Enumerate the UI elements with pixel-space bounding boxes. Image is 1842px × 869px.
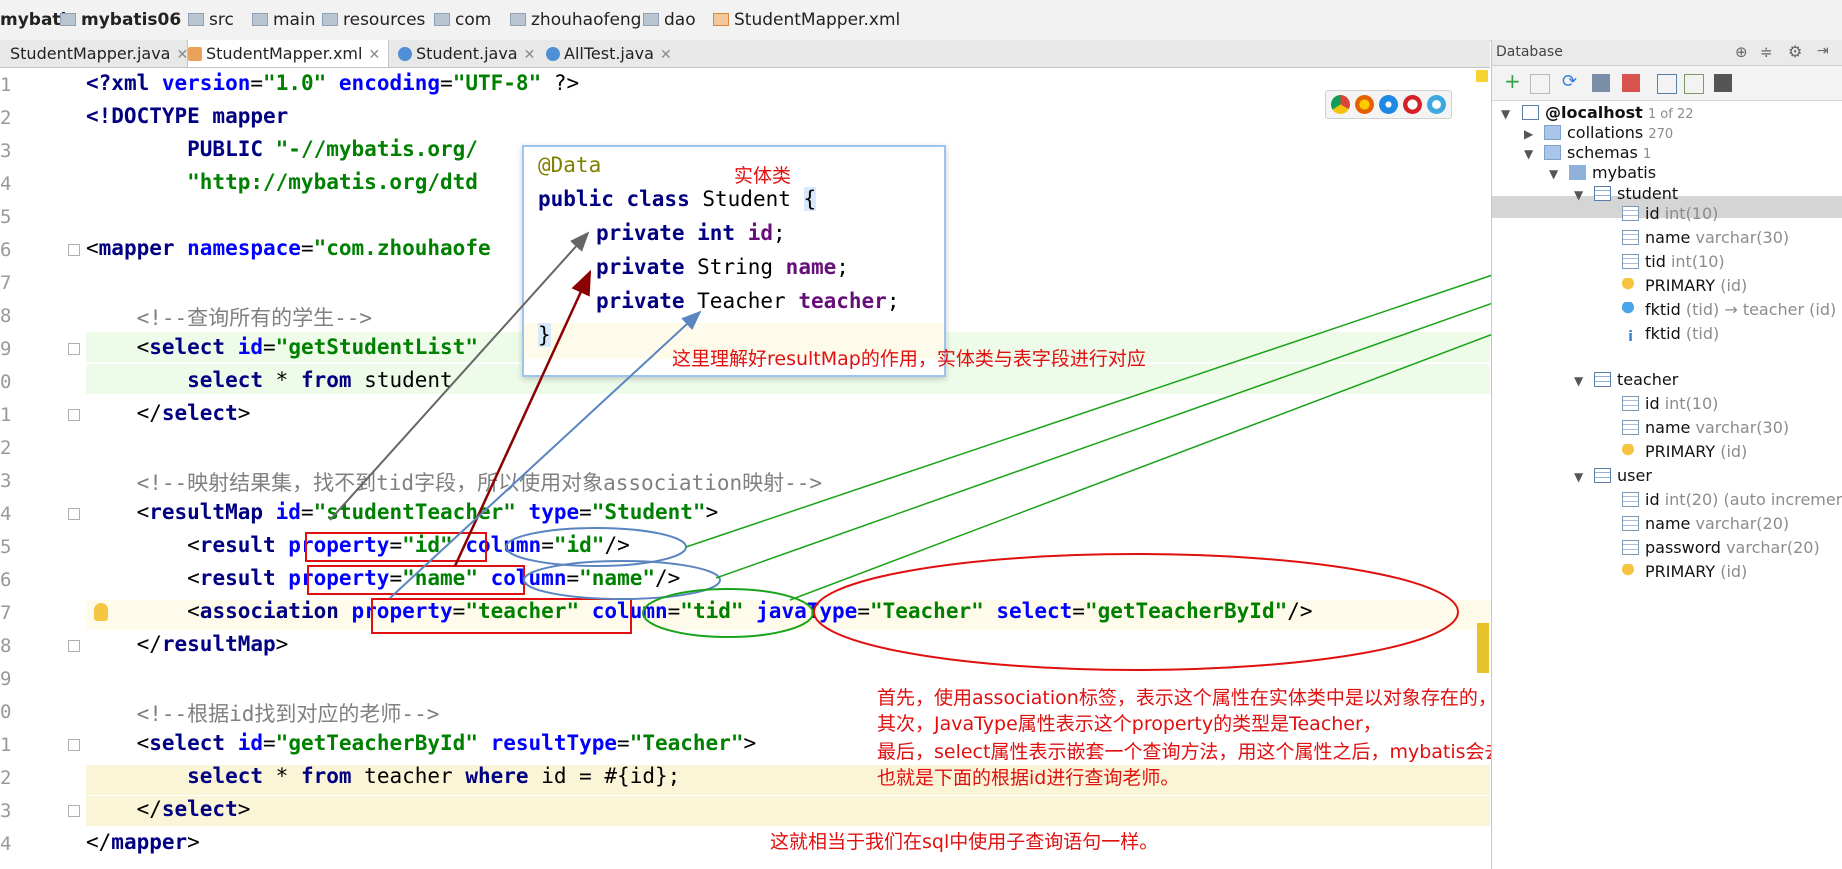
edit-icon[interactable] — [1684, 74, 1704, 94]
column-icon — [1622, 230, 1639, 245]
tree-column-id[interactable]: id int(10) — [1622, 394, 1718, 413]
column-tid-ellipse — [642, 588, 814, 638]
table-icon — [1594, 372, 1611, 387]
tree-table-student[interactable]: student — [1594, 184, 1678, 203]
table-view-icon[interactable] — [1657, 74, 1677, 94]
chevron-down-icon[interactable]: ▼ — [1524, 147, 1533, 161]
association-ellipse — [813, 553, 1459, 671]
tree-index[interactable]: i fktid (tid) — [1622, 324, 1719, 345]
column-icon — [1622, 540, 1639, 555]
arrow-id-to-column — [685, 230, 1622, 548]
fk-column-icon — [1622, 254, 1639, 269]
panel-title: Database — [1496, 44, 1563, 60]
pk-column-icon — [1622, 396, 1639, 411]
tree-table-teacher[interactable]: teacher — [1594, 370, 1678, 389]
tree-foreign-key[interactable]: fktid (tid) → teacher (id) — [1622, 300, 1836, 319]
chevron-down-icon[interactable]: ▼ — [1574, 374, 1583, 388]
tree-key-primary[interactable]: PRIMARY (id) — [1622, 276, 1747, 295]
tree-key-primary[interactable]: PRIMARY (id) — [1622, 442, 1747, 461]
chevron-down-icon[interactable]: ▼ — [1574, 470, 1583, 484]
pk-column-icon — [1622, 206, 1639, 221]
tree-schemas[interactable]: schemas 1 — [1544, 143, 1651, 162]
database-panel: Database ⊕ ≑ ⚙ ⇥ + ⟳ ▼ @localhost 1 of 2… — [1491, 40, 1842, 869]
arrow-name-to-column — [715, 256, 1622, 579]
tree-schema-mybatis[interactable]: mybatis — [1569, 163, 1656, 182]
tree-column-name[interactable]: name varchar(20) — [1622, 514, 1789, 533]
key-icon — [1622, 444, 1639, 459]
globe-icon[interactable]: ⊕ — [1735, 43, 1748, 61]
column-name-ellipse — [523, 560, 721, 600]
tree-collations[interactable]: collations 270 — [1544, 123, 1673, 142]
folder-icon — [1544, 125, 1561, 140]
stop-icon[interactable] — [1622, 74, 1640, 92]
pk-column-icon — [1622, 492, 1639, 507]
foreign-key-icon — [1622, 302, 1639, 317]
property-teacher-box — [371, 598, 632, 634]
key-icon — [1622, 278, 1639, 293]
table-icon — [1594, 468, 1611, 483]
tree-column-id[interactable]: id int(20) (auto increment) — [1622, 490, 1842, 509]
folder-icon — [1544, 145, 1561, 160]
collapse-icon[interactable]: ≑ — [1760, 43, 1773, 61]
add-icon[interactable]: + — [1504, 69, 1522, 93]
duplicate-icon[interactable] — [1530, 74, 1550, 94]
tree-column-id[interactable]: id int(10) — [1622, 204, 1718, 223]
column-icon — [1622, 420, 1639, 435]
table-icon — [1594, 186, 1611, 201]
column-icon — [1622, 516, 1639, 531]
tree-column-name[interactable]: name varchar(30) — [1622, 228, 1789, 247]
database-toolbar: + ⟳ — [1492, 66, 1842, 101]
arrow-name-to-field — [453, 269, 592, 567]
console-icon[interactable] — [1714, 74, 1732, 92]
chevron-down-icon[interactable]: ▼ — [1574, 188, 1583, 202]
tree-table-user[interactable]: user — [1594, 466, 1652, 485]
arrow-teacher-to-field — [389, 310, 702, 599]
refresh-icon[interactable]: ⟳ — [1562, 71, 1580, 92]
hide-panel-icon[interactable]: ⇥ — [1817, 43, 1829, 59]
chevron-down-icon[interactable]: ▼ — [1501, 107, 1510, 121]
chevron-right-icon[interactable]: ▶ — [1524, 127, 1533, 141]
arrow-id-to-field — [329, 231, 590, 521]
database-header: Database ⊕ ≑ ⚙ ⇥ — [1492, 40, 1842, 66]
datasource-icon — [1522, 105, 1539, 120]
tree-datasource[interactable]: @localhost 1 of 22 — [1522, 103, 1694, 122]
tree-key-primary[interactable]: PRIMARY (id) — [1622, 562, 1747, 581]
property-name-box — [307, 565, 525, 595]
index-icon: i — [1628, 329, 1633, 345]
properties-icon[interactable] — [1592, 74, 1610, 92]
column-id-ellipse — [505, 527, 687, 567]
tree-column-password[interactable]: password varchar(20) — [1622, 538, 1820, 557]
tree-column-name[interactable]: name varchar(30) — [1622, 418, 1789, 437]
schema-icon — [1569, 165, 1586, 180]
key-icon — [1622, 564, 1639, 579]
tree-column-tid[interactable]: tid int(10) — [1622, 252, 1725, 271]
chevron-down-icon[interactable]: ▼ — [1549, 167, 1558, 181]
gear-icon[interactable]: ⚙ — [1788, 42, 1802, 61]
